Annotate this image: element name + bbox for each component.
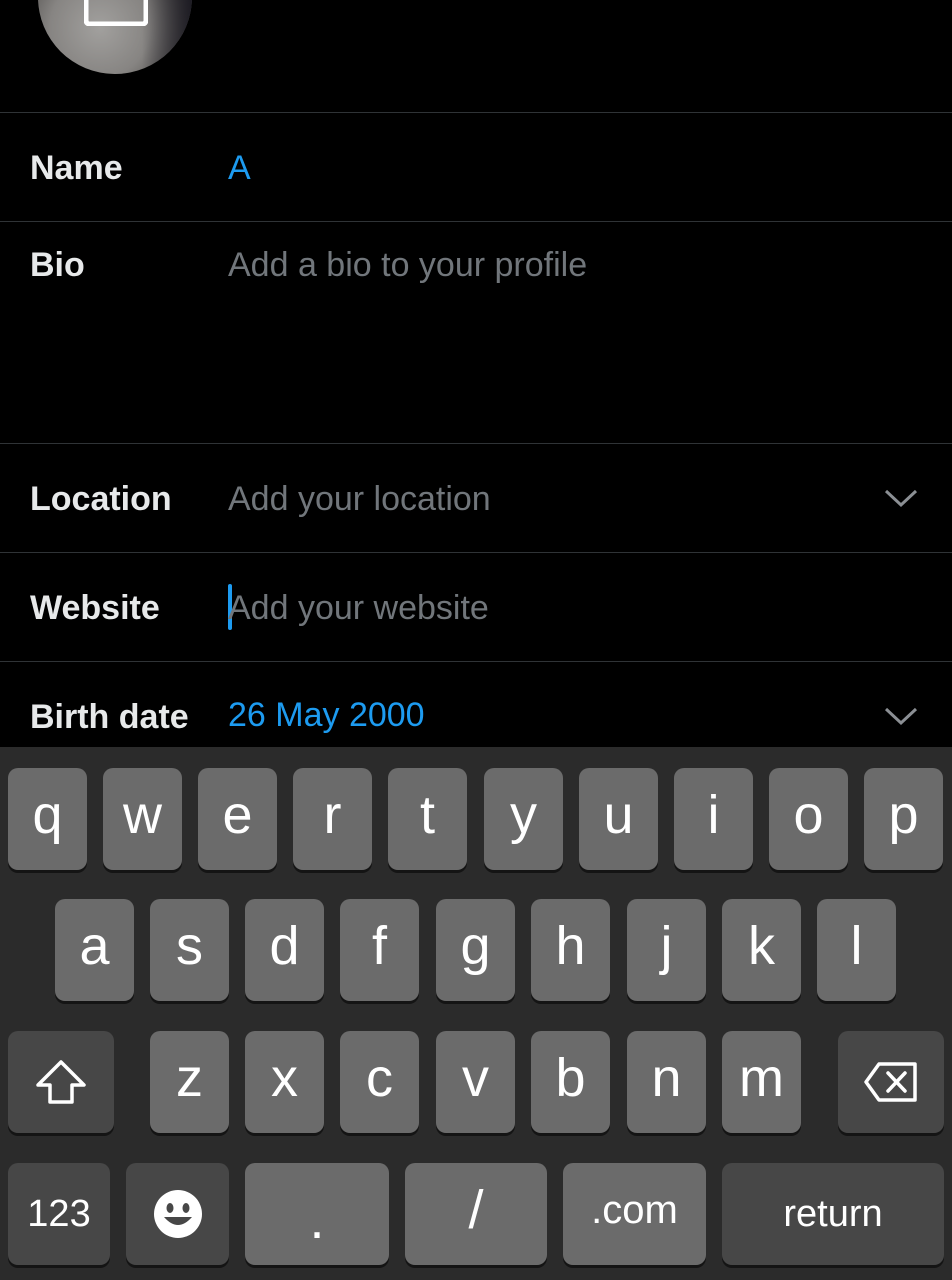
- birth-date-label: Birth date: [30, 698, 189, 736]
- key-i[interactable]: i: [674, 768, 753, 870]
- location-row[interactable]: Location Add your location: [0, 443, 952, 553]
- key-f[interactable]: f: [340, 899, 419, 1001]
- key-q[interactable]: q: [8, 768, 87, 870]
- website-input[interactable]: Add your website: [228, 589, 489, 628]
- dotcom-key[interactable]: .com: [563, 1163, 706, 1265]
- key-n[interactable]: n: [627, 1031, 706, 1133]
- emoji-key[interactable]: [126, 1163, 229, 1265]
- profile-header: [0, 0, 952, 113]
- key-x[interactable]: x: [245, 1031, 324, 1133]
- key-r[interactable]: r: [293, 768, 372, 870]
- key-a[interactable]: a: [55, 899, 134, 1001]
- key-v[interactable]: v: [436, 1031, 515, 1133]
- shift-key[interactable]: [8, 1031, 114, 1133]
- key-o[interactable]: o: [769, 768, 848, 870]
- key-z[interactable]: z: [150, 1031, 229, 1133]
- key-s[interactable]: s: [150, 899, 229, 1001]
- onscreen-keyboard: q w e r t y u i o p a s d f g h j k l z …: [0, 747, 952, 1280]
- location-input[interactable]: Add your location: [228, 480, 491, 519]
- bio-label: Bio: [30, 246, 85, 284]
- key-w[interactable]: w: [103, 768, 182, 870]
- key-p[interactable]: p: [864, 768, 943, 870]
- name-row[interactable]: Name A: [0, 112, 952, 222]
- period-key[interactable]: .: [245, 1163, 389, 1265]
- bio-row[interactable]: Bio Add a bio to your profile: [0, 221, 952, 443]
- return-key[interactable]: return: [722, 1163, 944, 1265]
- birth-date-row[interactable]: Birth date 26 May 2000: [0, 661, 952, 747]
- key-d[interactable]: d: [245, 899, 324, 1001]
- key-b[interactable]: b: [531, 1031, 610, 1133]
- key-y[interactable]: y: [484, 768, 563, 870]
- name-label: Name: [30, 149, 123, 187]
- key-u[interactable]: u: [579, 768, 658, 870]
- bio-input[interactable]: Add a bio to your profile: [228, 246, 587, 285]
- slash-key[interactable]: /: [405, 1163, 547, 1265]
- location-label: Location: [30, 480, 172, 518]
- camera-icon[interactable]: [84, 0, 148, 26]
- key-l[interactable]: l: [817, 899, 896, 1001]
- key-t[interactable]: t: [388, 768, 467, 870]
- key-c[interactable]: c: [340, 1031, 419, 1133]
- name-input[interactable]: A: [228, 149, 251, 188]
- birth-date-value[interactable]: 26 May 2000: [228, 696, 425, 735]
- chevron-down-icon[interactable]: [884, 706, 918, 726]
- website-label: Website: [30, 589, 160, 627]
- delete-key[interactable]: [838, 1031, 944, 1133]
- shift-arrow-up-icon: [36, 1060, 86, 1104]
- key-e[interactable]: e: [198, 768, 277, 870]
- key-j[interactable]: j: [627, 899, 706, 1001]
- backspace-icon: [864, 1062, 917, 1102]
- numbers-key[interactable]: 123: [8, 1163, 110, 1265]
- website-row[interactable]: Website Add your website: [0, 552, 952, 662]
- smiley-face-icon: [153, 1190, 202, 1238]
- key-k[interactable]: k: [722, 899, 801, 1001]
- key-g[interactable]: g: [436, 899, 515, 1001]
- key-h[interactable]: h: [531, 899, 610, 1001]
- chevron-down-icon[interactable]: [884, 488, 918, 508]
- key-m[interactable]: m: [722, 1031, 801, 1133]
